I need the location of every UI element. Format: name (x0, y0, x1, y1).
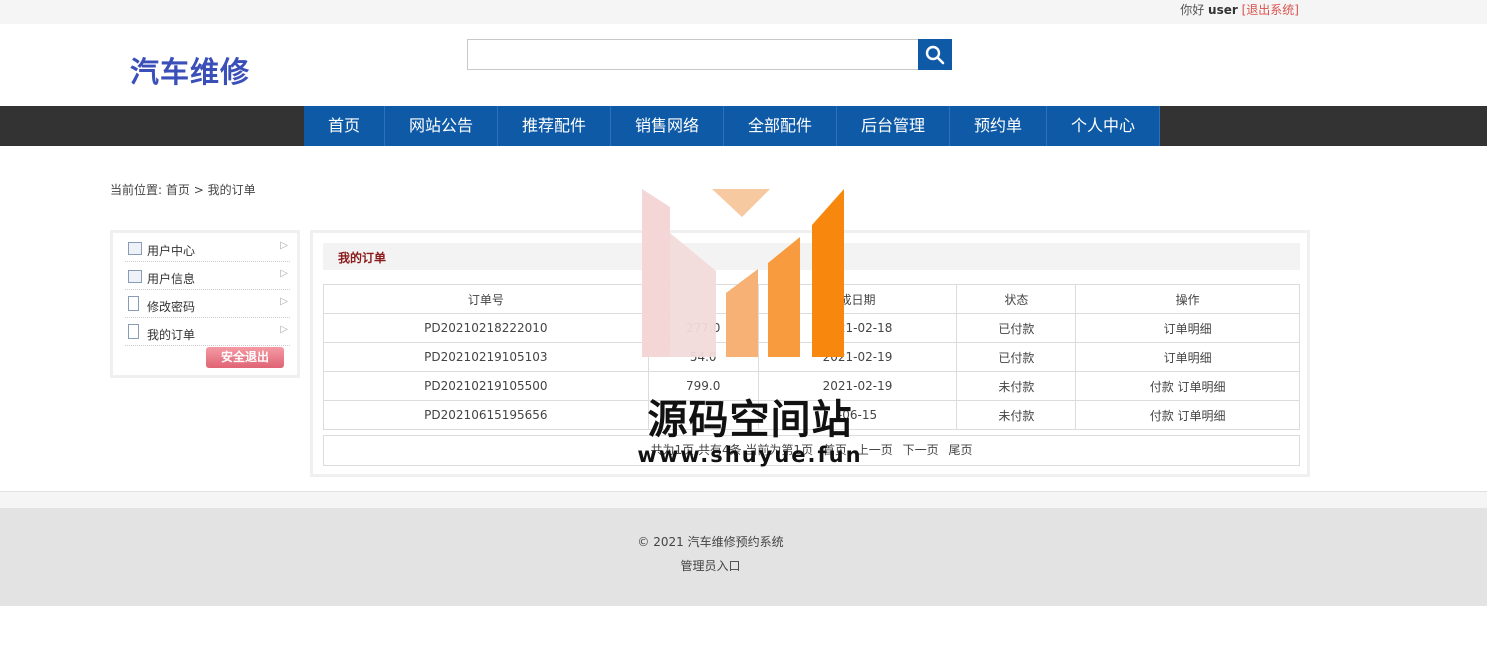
order-status: 已付款 (956, 342, 1077, 372)
nav-item-announcements[interactable]: 网站公告 (385, 106, 498, 146)
nav-item-sales-network[interactable]: 销售网络 (611, 106, 724, 146)
pager-prev[interactable]: 上一页 (857, 443, 893, 457)
arrow-right-icon: ▷ (280, 268, 288, 279)
orders-table: 订单号 成日期 状态 操作 PD20210218222010 277.0 202… (323, 284, 1300, 430)
pay-link[interactable]: 付款 (1150, 380, 1174, 394)
order-no: PD20210218222010 (323, 313, 649, 343)
arrow-right-icon: ▷ (280, 240, 288, 251)
safe-logout-button[interactable]: 安全退出 (206, 347, 284, 368)
breadcrumb-current: 我的订单 (207, 183, 256, 197)
breadcrumb-prefix: 当前位置: (110, 183, 163, 197)
user-sidebar: 用户中心 ▷ 用户信息 ▷ 修改密码 ▷ 我的订单 ▷ 安全退出 (110, 230, 300, 378)
order-actions: 订单明细 (1075, 342, 1300, 372)
document-icon (128, 324, 139, 339)
nav-item-personal-center[interactable]: 个人中心 (1047, 106, 1160, 146)
breadcrumb-home[interactable]: 首页 (166, 183, 190, 197)
order-amount: 54.0 (647, 342, 759, 372)
order-date: 2021-02-18 (757, 313, 958, 343)
order-detail-link[interactable]: 订单明细 (1178, 380, 1226, 394)
username: user (1208, 3, 1238, 17)
order-detail-link[interactable]: 订单明细 (1164, 351, 1212, 365)
order-date: -06-15 (757, 400, 958, 430)
panel-title: 我的订单 (338, 251, 387, 265)
sidebar-item-label: 我的订单 (147, 328, 196, 342)
col-status: 状态 (956, 284, 1077, 314)
order-actions: 付款 订单明细 (1075, 400, 1300, 430)
greeting-text: 你好 (1180, 3, 1205, 17)
sidebar-item-my-orders[interactable]: 我的订单 ▷ (125, 320, 290, 346)
breadcrumb: 当前位置: 首页 > 我的订单 (110, 181, 256, 198)
sidebar-item-user-center[interactable]: 用户中心 ▷ (125, 236, 290, 262)
nav-item-recommended-parts[interactable]: 推荐配件 (498, 106, 611, 146)
main-nav: 首页 网站公告 推荐配件 销售网络 全部配件 后台管理 预约单 个人中心 (0, 106, 1487, 146)
panel-title-bar: 我的订单 (323, 243, 1300, 270)
card-icon (128, 242, 142, 255)
card-icon (128, 270, 142, 283)
order-status: 未付款 (956, 400, 1077, 430)
table-row: PD20210218222010 277.0 2021-02-18 已付款 订单… (323, 313, 1300, 343)
footer-divider (0, 491, 1487, 508)
sidebar-item-label: 用户信息 (147, 272, 196, 286)
order-no: PD20210219105103 (323, 342, 649, 372)
copyright: © 2021 汽车维修预约系统 (637, 535, 784, 549)
col-order-no: 订单号 (323, 284, 649, 314)
sidebar-item-label: 修改密码 (147, 300, 196, 314)
nav-item-all-parts[interactable]: 全部配件 (724, 106, 837, 146)
order-amount: 277.0 (647, 313, 759, 343)
pager-last[interactable]: 尾页 (948, 443, 972, 457)
document-icon (128, 296, 139, 311)
sidebar-item-label: 用户中心 (147, 244, 196, 258)
order-no: PD20210615195656 (323, 400, 649, 430)
col-date: 成日期 (757, 284, 958, 314)
admin-entry-link[interactable]: 管理员入口 (0, 557, 1421, 574)
pager-summary: 共为1页 共有4条 当前为第1页 (650, 443, 814, 457)
sidebar-item-user-info[interactable]: 用户信息 ▷ (125, 264, 290, 290)
arrow-right-icon: ▷ (280, 324, 288, 335)
order-detail-link[interactable]: 订单明细 (1178, 409, 1226, 423)
order-detail-link[interactable]: 订单明细 (1164, 322, 1212, 336)
table-row: PD20210219105103 54.0 2021-02-19 已付款 订单明… (323, 342, 1300, 372)
footer: © 2021 汽车维修预约系统 管理员入口 (0, 508, 1487, 606)
nav-item-home[interactable]: 首页 (304, 106, 385, 146)
sidebar-item-change-password[interactable]: 修改密码 ▷ (125, 292, 290, 318)
search-button[interactable] (918, 39, 952, 70)
table-row: PD20210219105500 799.0 2021-02-19 未付款 付款… (323, 371, 1300, 401)
order-actions: 付款 订单明细 (1075, 371, 1300, 401)
order-status: 未付款 (956, 371, 1077, 401)
col-amount (647, 284, 759, 314)
order-amount (647, 400, 759, 430)
site-logo[interactable]: 汽车维修 (130, 49, 250, 91)
col-actions: 操作 (1075, 284, 1300, 314)
pager-first[interactable]: 首页 (823, 443, 847, 457)
breadcrumb-separator: > (193, 183, 204, 197)
orders-panel: 我的订单 订单号 成日期 状态 操作 PD20210218222010 277.… (310, 230, 1310, 477)
header: 汽车维修 (0, 24, 1487, 106)
search-icon (925, 45, 945, 64)
order-date: 2021-02-19 (757, 342, 958, 372)
pager-next[interactable]: 下一页 (903, 443, 939, 457)
greeting: 你好 user [退出系统] (1180, 1, 1299, 18)
arrow-right-icon: ▷ (280, 296, 288, 307)
order-actions: 订单明细 (1075, 313, 1300, 343)
pay-link[interactable]: 付款 (1150, 409, 1174, 423)
logout-link[interactable]: [退出系统] (1242, 3, 1299, 17)
table-row: PD20210615195656 -06-15 未付款 付款 订单明细 (323, 400, 1300, 430)
pagination: 共为1页 共有4条 当前为第1页 首页 上一页 下一页 尾页 (323, 435, 1300, 466)
table-header-row: 订单号 成日期 状态 操作 (323, 284, 1300, 314)
order-no: PD20210219105500 (323, 371, 649, 401)
order-date: 2021-02-19 (757, 371, 958, 401)
order-status: 已付款 (956, 313, 1077, 343)
nav-item-reservations[interactable]: 预约单 (950, 106, 1047, 146)
nav-item-admin[interactable]: 后台管理 (837, 106, 950, 146)
order-amount: 799.0 (647, 371, 759, 401)
search-input[interactable] (467, 39, 919, 70)
top-bar: 你好 user [退出系统] (0, 0, 1487, 24)
